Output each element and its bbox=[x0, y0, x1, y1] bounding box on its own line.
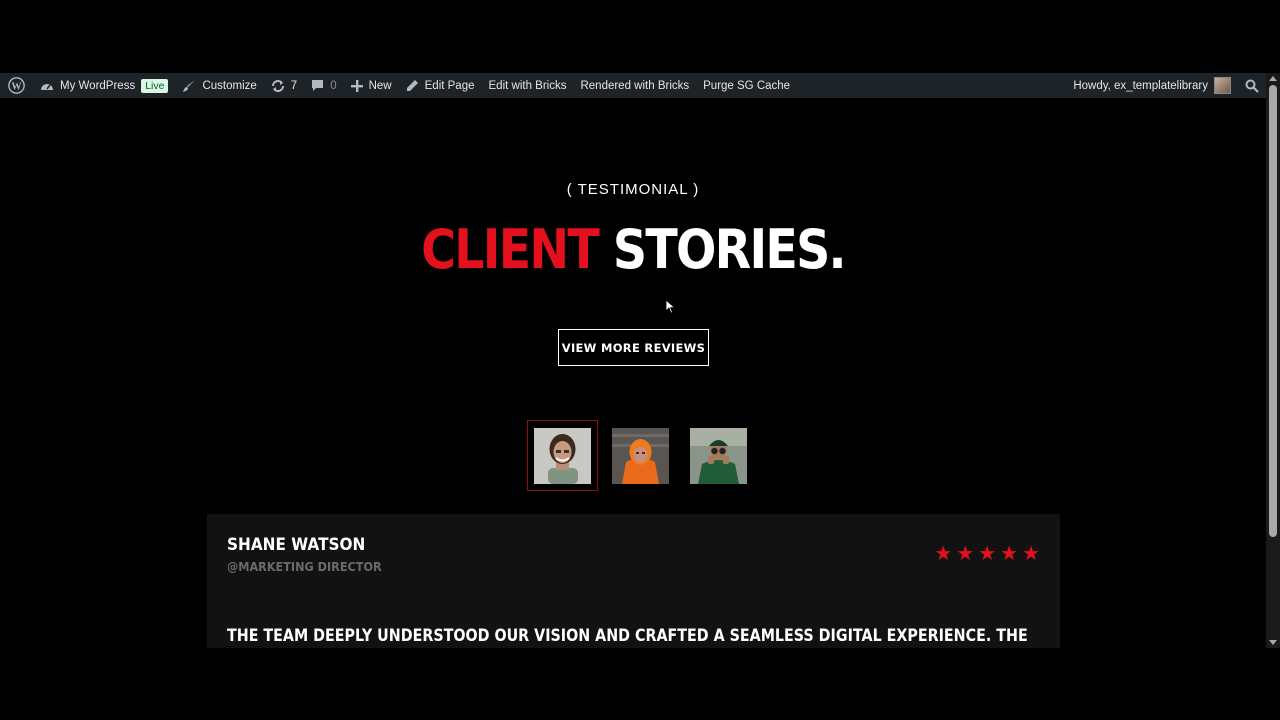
purge-cache-link[interactable]: Purge SG Cache bbox=[696, 73, 797, 98]
paintbrush-icon bbox=[182, 79, 196, 93]
star-icon: ★ bbox=[1000, 543, 1019, 565]
rendered-with-bricks-link[interactable]: Rendered with Bricks bbox=[573, 73, 696, 98]
customize-link[interactable]: Customize bbox=[175, 73, 263, 98]
customize-label: Customize bbox=[202, 79, 257, 92]
reviewer-name: SHANE WATSON bbox=[227, 535, 366, 555]
comments-count: 0 bbox=[330, 79, 337, 92]
scroll-down-arrow-icon[interactable] bbox=[1269, 640, 1277, 645]
new-label: New bbox=[368, 79, 392, 92]
rendered-with-bricks-label: Rendered with Bricks bbox=[580, 79, 690, 92]
reviewer-photo-1 bbox=[534, 427, 591, 484]
reviewer-thumbnail-2[interactable] bbox=[605, 420, 676, 491]
updates-icon bbox=[271, 79, 285, 93]
scroll-up-arrow-icon[interactable] bbox=[1269, 76, 1277, 81]
pencil-icon bbox=[406, 79, 419, 92]
rating-stars: ★ ★ ★ ★ ★ bbox=[934, 544, 1040, 564]
site-name-menu[interactable]: My WordPress Live bbox=[33, 73, 175, 98]
star-icon: ★ bbox=[934, 543, 953, 565]
reviewer-thumbnail-1[interactable] bbox=[527, 420, 598, 491]
reviewer-photo-2 bbox=[612, 427, 669, 484]
comment-icon bbox=[311, 79, 324, 92]
avatar bbox=[1214, 77, 1231, 94]
view-more-reviews-button[interactable]: VIEW MORE REVIEWS bbox=[558, 329, 709, 366]
section-eyebrow: ( TESTIMONIAL ) bbox=[566, 181, 700, 198]
dashboard-icon bbox=[40, 80, 54, 92]
testimonial-card: SHANE WATSON @MARKETING DIRECTOR ★ ★ ★ ★… bbox=[207, 514, 1060, 648]
star-icon: ★ bbox=[978, 543, 997, 565]
account-menu[interactable]: Howdy, ex_templatelibrary bbox=[1066, 73, 1238, 98]
section-title: CLIENT STORIES. bbox=[76, 212, 1190, 288]
reviewer-thumbnails bbox=[527, 420, 754, 491]
edit-with-bricks-label: Edit with Bricks bbox=[488, 79, 567, 92]
mouse-cursor-icon bbox=[665, 299, 676, 319]
reviewer-role: @MARKETING DIRECTOR bbox=[227, 559, 382, 574]
comments-link[interactable]: 0 bbox=[304, 73, 343, 98]
bottom-letterbox bbox=[0, 648, 1280, 720]
search-button[interactable] bbox=[1238, 73, 1266, 98]
edit-page-label: Edit Page bbox=[424, 79, 475, 92]
updates-link[interactable]: 7 bbox=[264, 73, 304, 98]
svg-text:W: W bbox=[11, 81, 22, 92]
site-name-label: My WordPress bbox=[60, 79, 136, 92]
page-scrollbar[interactable] bbox=[1266, 73, 1280, 648]
reviewer-thumbnail-3[interactable] bbox=[683, 420, 754, 491]
title-accent-word: CLIENT bbox=[421, 218, 600, 281]
edit-page-link[interactable]: Edit Page bbox=[399, 73, 482, 98]
title-main-word: STORIES. bbox=[612, 218, 847, 281]
edit-with-bricks-link[interactable]: Edit with Bricks bbox=[482, 73, 574, 98]
purge-cache-label: Purge SG Cache bbox=[703, 79, 791, 92]
testimonial-quote: THE TEAM DEEPLY UNDERSTOOD OUR VISION AN… bbox=[227, 626, 1028, 646]
wp-admin-bar: W My WordPress Live Customize 7 0 New Ed… bbox=[0, 73, 1266, 98]
top-letterbox bbox=[0, 0, 1280, 73]
search-icon bbox=[1245, 79, 1259, 93]
star-icon: ★ bbox=[1022, 543, 1040, 565]
reviewer-photo-3 bbox=[690, 427, 747, 484]
plus-icon bbox=[350, 79, 363, 92]
howdy-label: Howdy, ex_templatelibrary bbox=[1073, 79, 1208, 92]
star-icon: ★ bbox=[956, 543, 975, 565]
updates-count: 7 bbox=[290, 79, 298, 92]
live-badge: Live bbox=[141, 78, 169, 93]
new-content-link[interactable]: New bbox=[344, 73, 399, 98]
scroll-thumb[interactable] bbox=[1269, 85, 1277, 537]
wordpress-logo-icon[interactable]: W bbox=[0, 73, 33, 98]
